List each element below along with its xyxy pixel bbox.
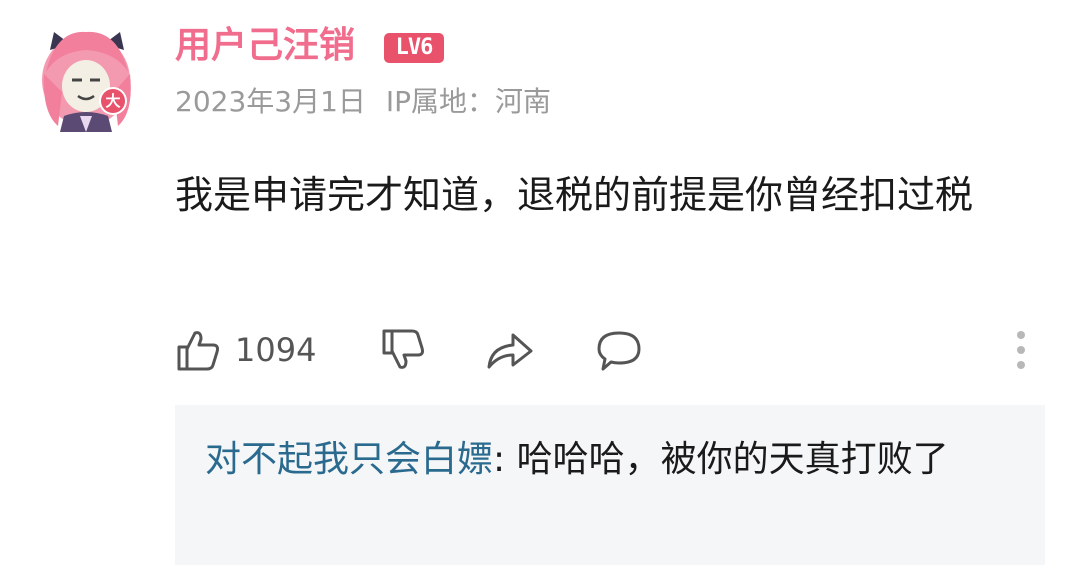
like-button[interactable]: 1094 (175, 322, 316, 378)
avatar[interactable]: 大 (36, 22, 140, 132)
more-vertical-icon (1017, 331, 1025, 369)
comment-text: 我是申请完才知道，退税的前提是你曾经扣过税 (175, 173, 974, 217)
like-count: 1094 (235, 331, 317, 369)
dislike-button[interactable] (380, 322, 426, 378)
avatar-image (42, 31, 131, 132)
thumbs-down-icon (382, 329, 424, 369)
comment-meta: 2023年3月1日 IP属地：河南 (175, 82, 551, 122)
comment-bubble-icon (597, 331, 641, 371)
avatar-badge-label: 大 (105, 92, 121, 110)
comment-actions: 1094 (175, 322, 1045, 378)
thumbs-up-icon (177, 331, 219, 371)
more-options-button[interactable] (1011, 328, 1031, 372)
ip-location: IP属地：河南 (385, 85, 552, 118)
share-button[interactable] (485, 322, 535, 378)
share-icon (487, 333, 533, 369)
reply-preview[interactable]: 对不起我只会白嫖: 哈哈哈，被你的天真打败了 (175, 405, 1045, 565)
username[interactable]: 用户己汪销 (175, 22, 355, 70)
reply-separator: : (493, 439, 506, 480)
reply-text: 哈哈哈，被你的天真打败了 (505, 439, 949, 480)
comment-date: 2023年3月1日 (175, 85, 366, 118)
level-badge: LV6 (384, 33, 444, 63)
reply-author[interactable]: 对不起我只会白嫖 (205, 439, 493, 480)
reply-content: 对不起我只会白嫖: 哈哈哈，被你的天真打败了 (205, 431, 1005, 489)
reply-button[interactable] (595, 322, 643, 378)
